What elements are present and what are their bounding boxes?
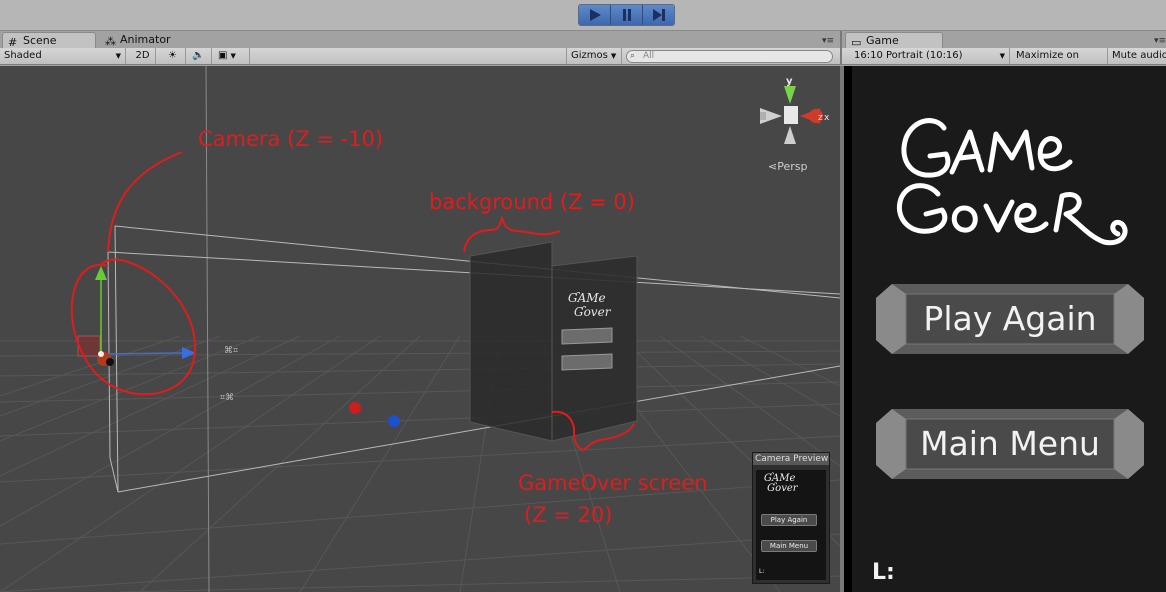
tab-scene[interactable]: # Scene [2,32,96,49]
shading-mode-dropdown[interactable]: Shaded ▼ [0,48,126,64]
tab-game[interactable]: ▭ Game [845,32,943,49]
tab-animator[interactable]: ⁂ Animator [100,32,190,49]
blue-handle [388,415,400,427]
camera-preview: Camera Preview ƓAMe Ɠover Play Again Mai… [752,452,830,584]
step-icon [652,9,665,21]
2d-toggle[interactable]: 2D [130,48,156,64]
gizmo-y-label: y [786,76,793,87]
gizmos-label: Gizmos [571,50,608,61]
main-menu-label: Main Menu [920,424,1100,463]
game-toolbar: 16:10 Portrait (10:16) ▼ Maximize on Pla… [840,48,1166,77]
dropdown-arrow-icon: ▼ [610,52,617,60]
play-toolbar [0,0,1166,31]
search-placeholder: All [643,51,655,61]
mini-button-2 [561,353,613,371]
main-menu-button[interactable]: Main Menu [876,409,1144,479]
gizmo-z-label: z [818,113,823,123]
camera-preview-title: Camera Preview [753,453,829,465]
mini-button-1 [561,327,613,345]
dropdown-arrow-icon: ▼ [115,52,121,60]
scene-canvas: ƓAMe Ɠover ⌘⌗ ⌗⌘ y z x [0,66,840,592]
dropdown-arrow-icon: ▼ [230,52,236,60]
shading-mode-label: Shaded [4,50,42,61]
preview-l-label: L: [759,568,765,575]
scene-viewport[interactable]: ƓAMe Ɠover ⌘⌗ ⌗⌘ y z x ⋖Persp Camera (Z … [0,66,840,592]
preview-main-menu: Main Menu [761,540,817,552]
play-again-label: Play Again [923,299,1097,338]
gameover-annotation-line2: (Z = 20) [524,503,613,527]
camera-annotation: Camera (Z = -10) [198,127,384,151]
tab-game-label: Game [866,34,899,47]
gizmos-dropdown[interactable]: Gizmos ▼ [566,48,622,64]
mini-title: ƓAMe [568,291,606,305]
pause-icon [622,9,631,21]
tab-scene-label: Scene [23,34,57,47]
l-label: L: [872,560,895,585]
mute-audio-toggle[interactable]: Mute audio [1108,48,1166,64]
gameover-annotation-line1: GameOver screen [518,471,708,495]
scene-search-input[interactable]: ⌕ All [626,50,833,63]
gizmo-x-label: x [824,113,830,123]
persp-toggle[interactable]: ⋖Persp [768,160,807,173]
game-tab-bar: ▭ Game ▾≡ [840,31,1166,49]
lighting-toggle[interactable]: ☀ [160,48,186,64]
pause-button[interactable] [611,5,643,25]
background-plane [469,241,553,442]
preview-play-again: Play Again [761,514,817,526]
red-handle [349,402,361,414]
sun-icon: ☀ [168,50,177,61]
image-icon: ▣ [218,50,228,61]
game-screen: Play Again Main Menu L: [852,66,1166,592]
persp-label: Persp [777,160,808,173]
audio-toggle[interactable]: 🔈 [186,48,212,64]
2d-label: 2D [135,50,150,61]
maximize-on-play-toggle[interactable]: Maximize on Play [1012,48,1108,77]
search-icon: ⌕ [630,51,636,61]
background-annotation: background (Z = 0) [429,190,635,214]
play-button[interactable] [579,5,611,25]
play-controls [578,4,675,26]
game-view[interactable]: Play Again Main Menu L: [840,66,1166,592]
play-again-button[interactable]: Play Again [876,284,1144,354]
effects-dropdown[interactable]: ▣ ▼ [214,48,250,64]
mute-label: Mute audio [1112,50,1166,61]
play-icon [589,9,601,21]
scene-panel-menu-icon[interactable]: ▾≡ [822,36,834,46]
unity-editor: # Scene ⁂ Animator ▾≡ Shaded ▼ 2D ☀ 🔈 ▣ ▼… [0,0,1166,592]
game-over-logo [896,118,1128,246]
aspect-label: 16:10 Portrait (10:16) [854,50,963,61]
tab-animator-label: Animator [120,33,171,46]
scene-tab-bar: # Scene ⁂ Animator ▾≡ [0,31,840,49]
game-panel-menu-icon[interactable]: ▾≡ [1154,36,1166,46]
scene-toolbar: Shaded ▼ 2D ☀ 🔈 ▣ ▼ Gizmos ▼ ⌕ All [0,48,840,65]
mini-title-2: Ɠover [574,305,612,319]
step-button[interactable] [643,5,674,25]
aspect-dropdown[interactable]: 16:10 Portrait (10:16) ▼ [850,48,1010,64]
dropdown-arrow-icon: ▼ [999,52,1005,60]
preview-game-title: ƓAMe Ɠover [764,473,798,494]
sprite-icon-1: ⌘⌗ [224,346,238,356]
camera-preview-screen: ƓAMe Ɠover Play Again Main Menu L: [756,470,826,580]
speaker-icon: 🔈 [192,50,205,61]
sprite-icon-2: ⌗⌘ [220,393,234,403]
persp-arrow-icon: ⋖ [768,160,778,173]
